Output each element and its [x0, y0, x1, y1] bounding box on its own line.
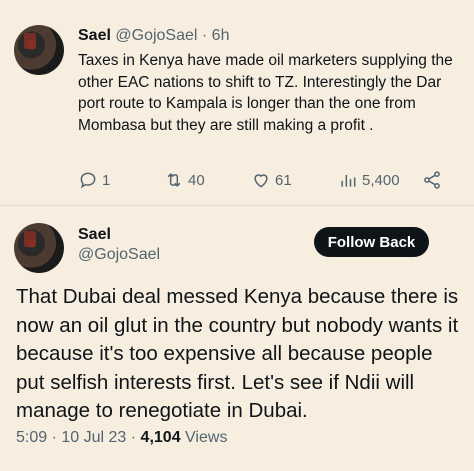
- display-name[interactable]: Sael: [78, 226, 111, 244]
- retweet-icon: [167, 173, 181, 187]
- timestamp[interactable]: 6h: [212, 27, 230, 44]
- heart-icon: [254, 174, 268, 188]
- separator: ·: [130, 429, 137, 446]
- tweet-text: That Dubai deal messed Kenya because the…: [16, 285, 459, 422]
- reply-icon: [80, 172, 96, 189]
- follow-back-button[interactable]: Follow Back: [314, 227, 429, 257]
- tweet-actions: 1 40 61 5,400: [78, 170, 448, 194]
- divider: [0, 205, 474, 206]
- avatar[interactable]: [14, 223, 64, 273]
- retweet-count: 40: [188, 171, 205, 189]
- tweet-time[interactable]: 5:09: [16, 429, 47, 446]
- share-icon: [424, 171, 440, 189]
- tweet-text: Taxes in Kenya have made oil marketers s…: [78, 52, 453, 134]
- tweet-date[interactable]: 10 Jul 23: [61, 429, 126, 446]
- views-button[interactable]: 5,400: [338, 170, 400, 190]
- tweet-header: Sael @GojoSael · 6h: [78, 27, 229, 45]
- views-icon: [341, 175, 356, 187]
- views-count[interactable]: 4,104: [141, 429, 181, 446]
- like-count: 61: [275, 171, 292, 189]
- display-name[interactable]: Sael: [78, 27, 111, 44]
- separator: ·: [201, 27, 208, 44]
- handle[interactable]: @GojoSael: [115, 27, 197, 44]
- like-button[interactable]: 61: [251, 170, 292, 190]
- retweet-button[interactable]: 40: [164, 170, 205, 190]
- tweet-reply[interactable]: Sael @GojoSael · 6h Taxes in Kenya have …: [0, 0, 474, 205]
- separator: ·: [51, 429, 57, 446]
- reply-button[interactable]: 1: [78, 170, 110, 190]
- reply-count: 1: [102, 171, 111, 189]
- handle[interactable]: @GojoSael: [78, 246, 160, 264]
- views-count: 5,400: [362, 171, 400, 189]
- tweet-meta: 5:09 · 10 Jul 23 · 4,104 Views: [16, 429, 227, 447]
- avatar[interactable]: [14, 25, 64, 75]
- share-button[interactable]: [422, 170, 442, 190]
- views-label: Views: [185, 429, 228, 446]
